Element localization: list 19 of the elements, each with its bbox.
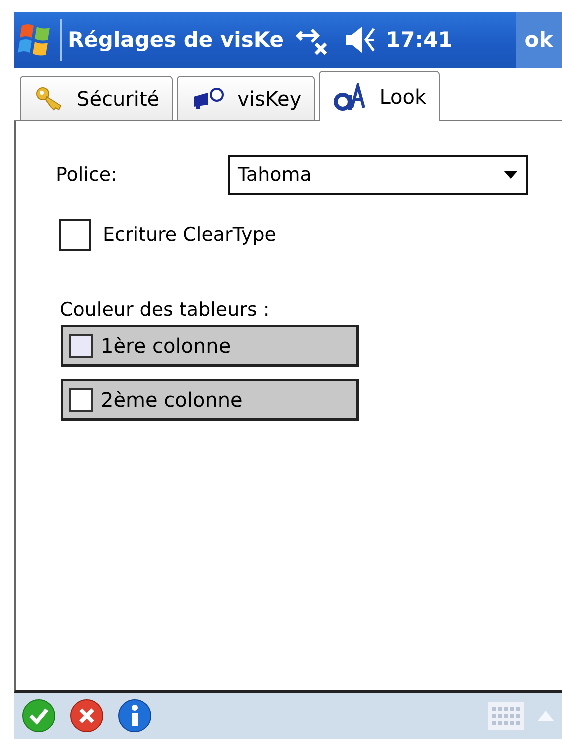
ok-button[interactable]: ok (516, 12, 562, 68)
color-button[interactable]: 1ère colonne (61, 325, 359, 367)
checkbox-label: Ecriture ClearType (103, 224, 276, 246)
field-label: Police: (56, 164, 118, 186)
projector-icon (192, 86, 226, 110)
tab[interactable]: visKey (176, 76, 315, 120)
ok-icon[interactable] (22, 699, 56, 733)
tab[interactable]: Sécurité (20, 76, 173, 120)
clock[interactable]: 17:41 (386, 28, 453, 52)
window-title: Réglages de visKe (68, 28, 284, 52)
info-icon[interactable] (118, 699, 152, 733)
dropdown-arrow-icon (504, 171, 518, 179)
section-label: Couleur des tableurs : (60, 299, 270, 321)
cancel-icon[interactable] (70, 699, 104, 733)
font-dropdown[interactable]: Tahoma (228, 155, 528, 195)
tab[interactable]: Look (318, 71, 440, 121)
checkbox[interactable] (59, 219, 91, 251)
color-button[interactable]: 2ème colonne (61, 379, 359, 421)
font-icon (334, 82, 368, 110)
